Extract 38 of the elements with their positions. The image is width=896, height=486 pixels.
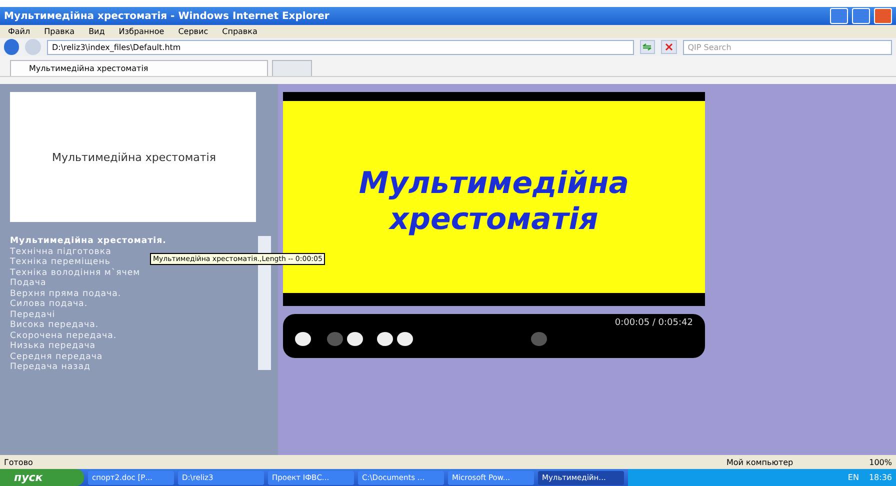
address-field[interactable]: D:\reliz3\index_files\Default.htm <box>46 40 634 54</box>
playlist-item[interactable]: Передачі <box>10 310 254 320</box>
time-readout: 0:00:05 / 0:05:42 <box>614 318 693 328</box>
menu-item[interactable]: Вид <box>88 27 105 36</box>
zoom-level[interactable]: 100% <box>869 458 892 466</box>
playlist-item[interactable]: Подача <box>10 278 254 288</box>
window-title: Мультимедійна хрестоматія - Windows Internet Explorer <box>4 10 330 22</box>
browser-tab[interactable]: Мультимедійна хрестоматія <box>10 60 268 76</box>
playlist-item[interactable]: Низька передача <box>10 341 254 352</box>
menu-item[interactable]: Справка <box>222 27 258 36</box>
menu-item[interactable]: Избранное <box>118 27 164 36</box>
playlist-item[interactable]: Мультимедійна хрестоматія. <box>10 236 254 246</box>
clock: 18:36 <box>868 473 892 482</box>
restore-button[interactable] <box>852 8 870 24</box>
start-button[interactable]: пуск <box>0 469 84 486</box>
minimize-button[interactable] <box>830 8 848 24</box>
playlist-item[interactable]: Скорочена передача. <box>10 330 254 341</box>
playlist-item[interactable]: Висока передача. <box>10 320 254 330</box>
video-title: Мультимедійна хрестоматія <box>358 166 630 238</box>
playlist-item[interactable]: Середня передача <box>10 352 254 362</box>
language-indicator[interactable]: EN <box>848 473 859 482</box>
playlist-item[interactable]: Техніка володіння м`ячем <box>10 268 254 278</box>
refresh-button[interactable] <box>640 40 656 54</box>
playlist-item[interactable]: Верхня пряма подача. <box>10 288 254 299</box>
menu-item[interactable]: Файл <box>8 27 30 36</box>
close-icon <box>664 43 673 51</box>
playlist-item[interactable]: Силова подача. <box>10 299 254 310</box>
search-field[interactable]: QIP Search <box>682 40 892 54</box>
stop-button[interactable] <box>661 40 677 54</box>
slide-title: Мультимедійна хрестоматія <box>52 150 216 164</box>
slide-thumbnail[interactable]: Мультимедійна хрестоматія <box>10 92 256 222</box>
status-text: Готово <box>4 458 34 466</box>
menu-item[interactable]: Сервис <box>178 27 208 36</box>
playlist-item[interactable]: Передача назад <box>10 362 254 372</box>
refresh-icon <box>642 43 652 51</box>
menu-item[interactable]: Правка <box>44 27 75 36</box>
zone-label: Мой компьютер <box>726 458 794 466</box>
close-button[interactable] <box>874 8 892 24</box>
